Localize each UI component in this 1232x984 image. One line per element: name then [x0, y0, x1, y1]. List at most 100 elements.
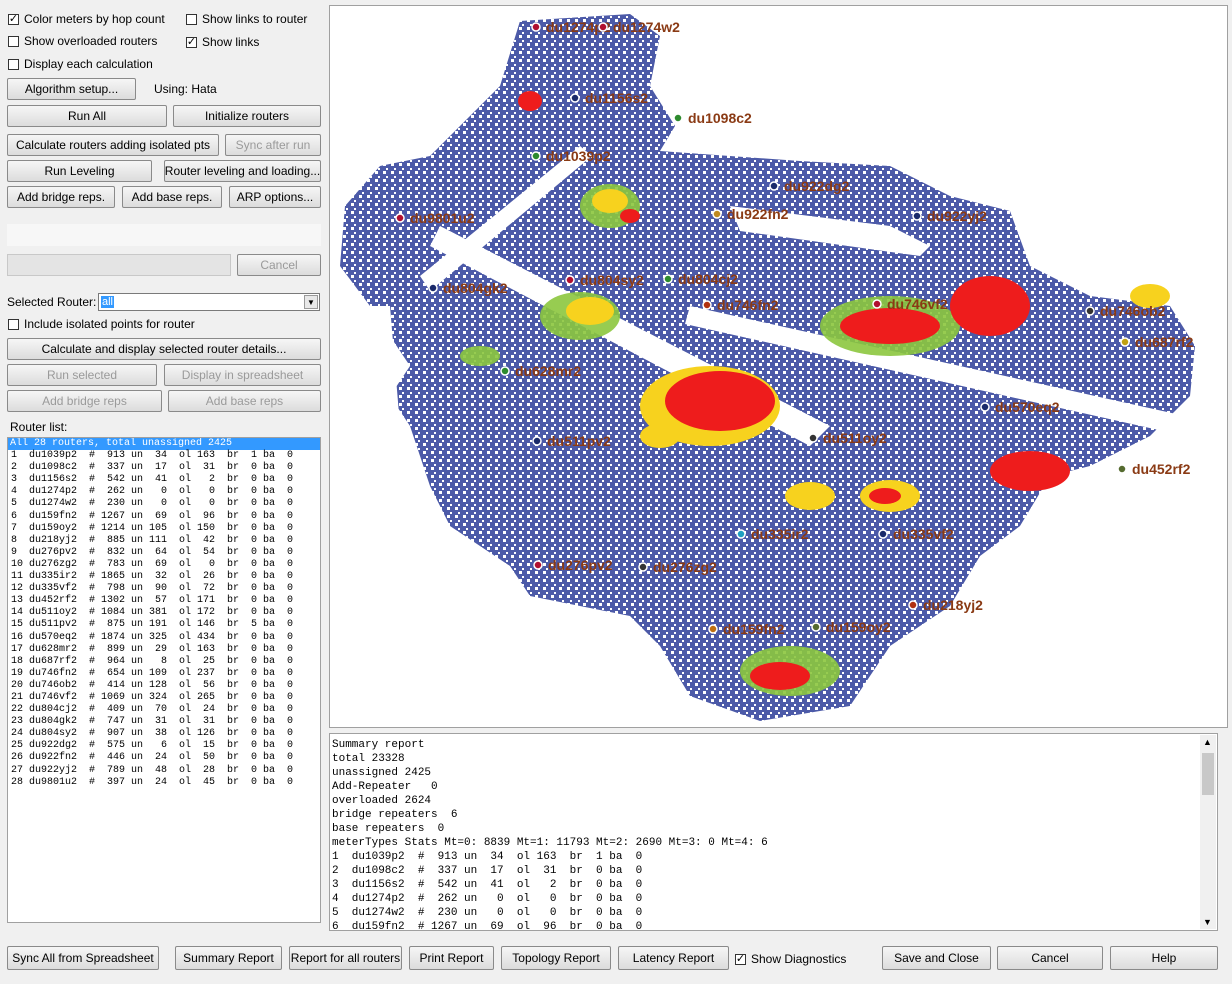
router-list-row[interactable]: 15 du511pv2 # 875 un 191 ol 146 br 5 ba …: [11, 619, 320, 631]
show-overloaded-checkbox[interactable]: Show overloaded routers: [8, 34, 157, 48]
router-label[interactable]: du159oy2: [826, 619, 891, 635]
router-list-row[interactable]: 9 du276pv2 # 832 un 64 ol 54 br 0 ba 0: [11, 547, 320, 559]
checkbox-box[interactable]: ✓: [735, 953, 746, 965]
include-isolated-checkbox[interactable]: Include isolated points for router: [8, 317, 195, 331]
checkbox-box[interactable]: [186, 13, 197, 25]
save-close-button[interactable]: Save and Close: [882, 946, 991, 970]
router-label[interactable]: du511pv2: [547, 433, 611, 449]
router-list-row[interactable]: 24 du804sy2 # 907 un 38 ol 126 br 0 ba 0: [11, 728, 320, 740]
checkbox-box[interactable]: [8, 35, 19, 47]
router-marker-icon[interactable]: [500, 366, 510, 376]
report-all-button[interactable]: Report for all routers: [289, 946, 402, 970]
router-list-row[interactable]: 2 du1098c2 # 337 un 17 ol 31 br 0 ba 0: [11, 462, 320, 474]
router-label[interactable]: du218yj2: [923, 597, 983, 613]
router-label[interactable]: du1039p2: [546, 148, 611, 164]
router-list-row[interactable]: 17 du628mr2 # 899 un 29 ol 163 br 0 ba 0: [11, 644, 320, 656]
router-list-row[interactable]: 14 du511oy2 # 1084 un 381 ol 172 br 0 ba…: [11, 607, 320, 619]
router-list-row[interactable]: 20 du746ob2 # 414 un 128 ol 56 br 0 ba 0: [11, 680, 320, 692]
router-marker-icon[interactable]: [912, 211, 922, 221]
router-marker-icon[interactable]: [395, 213, 405, 223]
router-marker-icon[interactable]: [811, 622, 821, 632]
summary-report-panel[interactable]: Summary report total 23328 unassigned 2425…: [329, 733, 1218, 931]
router-list[interactable]: All 28 routers, total unassigned 2425 1 …: [7, 437, 321, 923]
router-marker-icon[interactable]: [1120, 337, 1130, 347]
display-spreadsheet-button[interactable]: Display in spreadsheet: [164, 364, 321, 386]
router-list-row[interactable]: 18 du687rf2 # 964 un 8 ol 25 br 0 ba 0: [11, 656, 320, 668]
router-label[interactable]: du452rf2: [1132, 461, 1191, 477]
router-list-header[interactable]: All 28 routers, total unassigned 2425: [8, 438, 320, 451]
router-marker-icon[interactable]: [908, 600, 918, 610]
router-marker-icon[interactable]: [712, 209, 722, 219]
router-list-row[interactable]: 10 du276zg2 # 783 un 69 ol 0 br 0 ba 0: [11, 559, 320, 571]
router-marker-icon[interactable]: [708, 624, 718, 634]
router-label[interactable]: du335vf2: [893, 526, 954, 542]
router-marker-icon[interactable]: [565, 275, 575, 285]
cancel-progress-button[interactable]: Cancel: [237, 254, 321, 276]
router-list-row[interactable]: 6 du159fn2 # 1267 un 69 ol 96 br 0 ba 0: [11, 511, 320, 523]
router-list-row[interactable]: 22 du804cj2 # 409 un 70 ol 24 br 0 ba 0: [11, 704, 320, 716]
router-label[interactable]: du276pv2: [548, 557, 613, 573]
color-meters-checkbox[interactable]: ✓ Color meters by hop count: [8, 12, 165, 26]
router-marker-icon[interactable]: [428, 283, 438, 293]
router-marker-icon[interactable]: [1085, 306, 1095, 316]
run-leveling-button[interactable]: Run Leveling: [7, 160, 152, 182]
router-label[interactable]: du628mr2: [515, 363, 581, 379]
router-marker-icon[interactable]: [598, 22, 608, 32]
router-marker-icon[interactable]: [702, 300, 712, 310]
router-list-row[interactable]: 19 du746fn2 # 654 un 109 ol 237 br 0 ba …: [11, 668, 320, 680]
router-label[interactable]: du1156s2: [585, 90, 648, 106]
router-label[interactable]: du746fn2: [717, 297, 779, 313]
router-marker-icon[interactable]: [532, 436, 542, 446]
router-marker-icon[interactable]: [808, 433, 818, 443]
router-marker-icon[interactable]: [570, 93, 580, 103]
sync-all-button[interactable]: Sync All from Spreadsheet: [7, 946, 159, 970]
router-marker-icon[interactable]: [736, 529, 746, 539]
sync-after-run-button[interactable]: Sync after run: [225, 134, 321, 156]
router-list-row[interactable]: 27 du922yj2 # 789 un 48 ol 28 br 0 ba 0: [11, 765, 320, 777]
algorithm-setup-button[interactable]: Algorithm setup...: [7, 78, 136, 100]
router-label[interactable]: du335ir2: [751, 526, 809, 542]
router-label[interactable]: du804cj2: [678, 271, 738, 287]
topology-report-button[interactable]: Topology Report: [501, 946, 611, 970]
router-list-row[interactable]: 5 du1274w2 # 230 un 0 ol 0 br 0 ba 0: [11, 498, 320, 510]
router-list-row[interactable]: 21 du746vf2 # 1069 un 324 ol 265 br 0 ba…: [11, 692, 320, 704]
router-marker-icon[interactable]: [673, 113, 683, 123]
router-label[interactable]: du746ob2: [1100, 303, 1166, 319]
add-base-reps-selected-button[interactable]: Add base reps: [168, 390, 321, 412]
router-list-row[interactable]: 26 du922fn2 # 446 un 24 ol 50 br 0 ba 0: [11, 752, 320, 764]
calc-isolated-button[interactable]: Calculate routers adding isolated pts: [7, 134, 219, 156]
router-label[interactable]: du570eq2: [995, 399, 1060, 415]
router-list-row[interactable]: 8 du218yj2 # 885 un 111 ol 42 br 0 ba 0: [11, 535, 320, 547]
scroll-thumb[interactable]: [1202, 753, 1214, 795]
checkbox-box[interactable]: [8, 58, 19, 70]
scroll-up-icon[interactable]: ▲: [1203, 737, 1212, 747]
summary-report-button[interactable]: Summary Report: [175, 946, 282, 970]
router-leveling-button[interactable]: Router leveling and loading...: [164, 160, 321, 182]
router-marker-icon[interactable]: [533, 560, 543, 570]
latency-report-button[interactable]: Latency Report: [618, 946, 729, 970]
summary-scrollbar[interactable]: ▲ ▼: [1200, 735, 1216, 929]
add-bridge-reps-button[interactable]: Add bridge reps.: [7, 186, 115, 208]
add-bridge-reps-selected-button[interactable]: Add bridge reps: [7, 390, 162, 412]
router-marker-icon[interactable]: [1117, 464, 1127, 474]
router-list-row[interactable]: 13 du452rf2 # 1302 un 57 ol 171 br 0 ba …: [11, 595, 320, 607]
router-list-row[interactable]: 16 du570eq2 # 1874 un 325 ol 434 br 0 ba…: [11, 632, 320, 644]
router-marker-icon[interactable]: [531, 22, 541, 32]
router-label[interactable]: du746vf2: [887, 296, 948, 312]
chevron-down-icon[interactable]: ▼: [304, 295, 318, 309]
router-label[interactable]: du159fn2: [723, 621, 785, 637]
coverage-map-canvas[interactable]: du1274p2 du1274w2du1156s2du1098c2du1039p2…: [330, 6, 1227, 727]
router-marker-icon[interactable]: [980, 402, 990, 412]
router-list-row[interactable]: 25 du922dg2 # 575 un 6 ol 15 br 0 ba 0: [11, 740, 320, 752]
initialize-routers-button[interactable]: Initialize routers: [173, 105, 321, 127]
router-marker-icon[interactable]: [663, 274, 673, 284]
router-list-row[interactable]: 11 du335ir2 # 1865 un 32 ol 26 br 0 ba 0: [11, 571, 320, 583]
router-label[interactable]: du9801u2: [410, 210, 475, 226]
arp-options-button[interactable]: ARP options...: [229, 186, 321, 208]
router-marker-icon[interactable]: [769, 181, 779, 191]
router-label[interactable]: du804sy2: [580, 272, 644, 288]
router-label[interactable]: du1274w2: [613, 19, 680, 35]
router-label[interactable]: du511oy2: [823, 430, 887, 446]
router-list-row[interactable]: 12 du335vf2 # 798 un 90 ol 72 br 0 ba 0: [11, 583, 320, 595]
coverage-map[interactable]: du1274p2 du1274w2 du1156s2 du1098c2 du1039p2…: [329, 5, 1228, 728]
